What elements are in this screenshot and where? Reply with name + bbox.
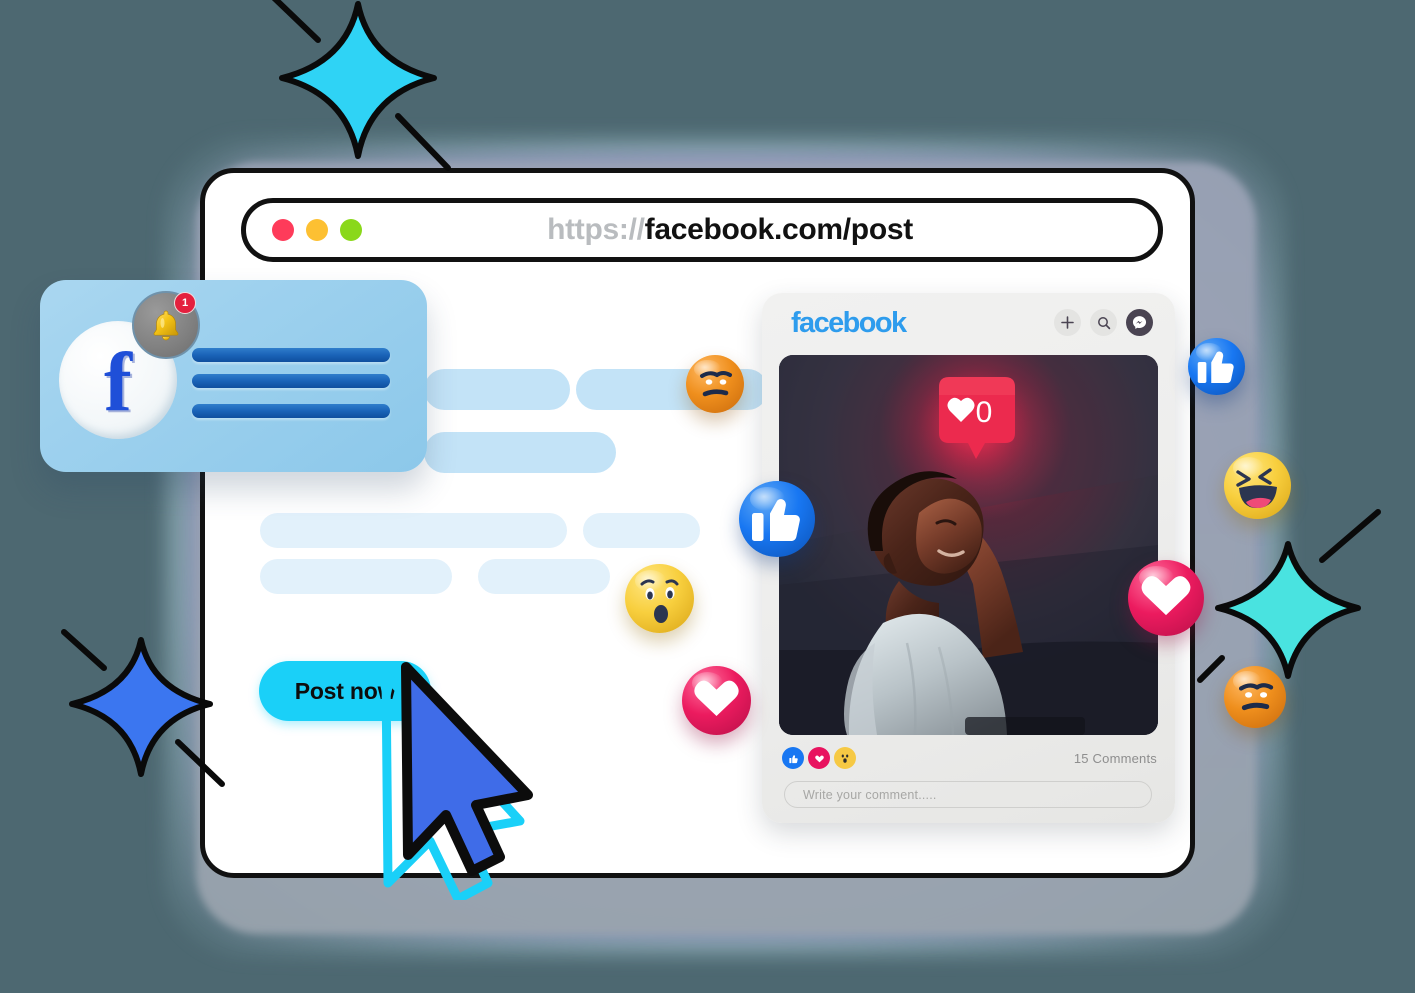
facebook-logo: facebook — [791, 307, 907, 339]
facebook-header-actions — [1054, 309, 1153, 336]
skeleton-bar — [424, 432, 616, 473]
post-reactions[interactable] — [782, 747, 856, 769]
skeleton-bar — [583, 513, 700, 548]
post-photo: 0 — [779, 355, 1158, 735]
notification-text-line — [192, 348, 390, 362]
maximize-button[interactable] — [340, 219, 362, 241]
facebook-card-header: facebook — [762, 293, 1175, 355]
floating-reaction-wow — [625, 564, 694, 633]
close-button[interactable] — [272, 219, 294, 241]
reaction-like-icon[interactable] — [782, 747, 804, 769]
floating-reaction-like — [739, 481, 815, 557]
skeleton-bar — [424, 369, 570, 410]
reaction-wow-icon[interactable] — [834, 747, 856, 769]
notification-badge: 1 — [174, 292, 196, 314]
url-scheme: https:// — [547, 213, 645, 246]
facebook-f-logo: f — [104, 336, 132, 430]
notification-text-line — [192, 374, 390, 388]
skeleton-bar — [260, 513, 567, 548]
floating-reaction-like — [1188, 338, 1245, 395]
floating-reaction-love — [682, 666, 751, 735]
post-reaction-bar: 15 Comments — [782, 745, 1157, 771]
notification-text-line — [192, 404, 390, 418]
sparkle-top-icon — [258, 0, 458, 191]
traffic-light-buttons — [272, 219, 362, 241]
post-now-label: Post now — [294, 677, 396, 704]
comment-input[interactable]: Write your comment..... — [784, 781, 1152, 808]
notification-card: f 1 — [40, 280, 427, 472]
post-now-button[interactable]: Post now — [259, 661, 431, 721]
search-icon[interactable] — [1090, 309, 1117, 336]
messenger-icon[interactable] — [1126, 309, 1153, 336]
illustration-stage: https://facebook.com/post Post now faceb… — [0, 0, 1415, 993]
skeleton-bar — [478, 559, 610, 594]
comment-placeholder: Write your comment..... — [803, 787, 937, 802]
url-domain: facebook.com/post — [644, 213, 914, 246]
url-text: https://facebook.com/post — [362, 213, 1098, 247]
svg-text:0: 0 — [976, 396, 993, 429]
comments-count: 15 Comments — [1073, 750, 1157, 766]
sparkle-right-icon — [1192, 502, 1392, 707]
browser-url-bar[interactable]: https://facebook.com/post — [241, 198, 1163, 262]
floating-reaction-angry — [686, 355, 744, 413]
sparkle-bottom-left-icon — [46, 616, 236, 811]
facebook-post-card: facebook 0 15 Comments Write your commen… — [762, 293, 1175, 823]
minimize-button[interactable] — [306, 219, 328, 241]
bell-icon: 1 — [132, 291, 200, 359]
add-icon[interactable] — [1054, 309, 1081, 336]
skeleton-bar — [260, 559, 452, 594]
reaction-love-icon[interactable] — [808, 747, 830, 769]
